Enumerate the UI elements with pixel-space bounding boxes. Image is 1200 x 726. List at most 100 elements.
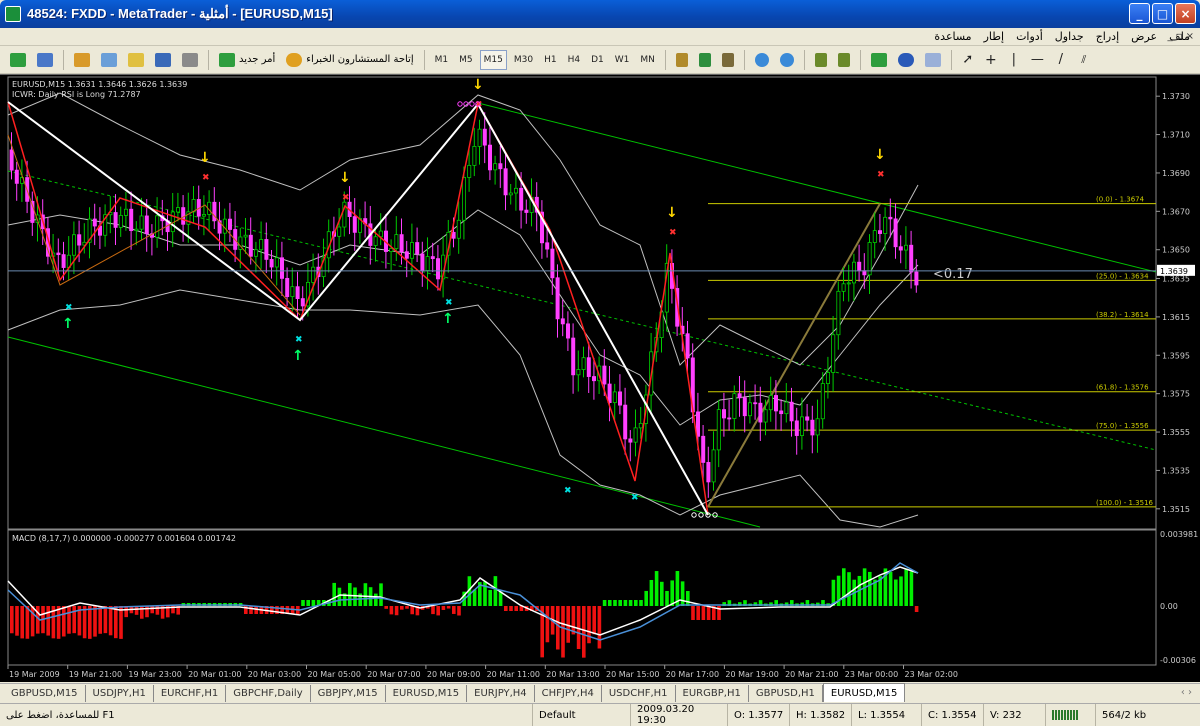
autoscroll-icon[interactable] bbox=[811, 50, 831, 70]
macd-histogram-bar bbox=[452, 606, 456, 614]
tab-chfjpy-h4[interactable]: CHFJPY,H4 bbox=[535, 685, 602, 702]
timeframe-h4[interactable]: H4 bbox=[564, 50, 585, 70]
candle-body bbox=[623, 404, 628, 440]
candle-body bbox=[487, 144, 492, 171]
tab-gbpjpy-m15[interactable]: GBPJPY,M15 bbox=[311, 685, 386, 702]
maximize-button[interactable]: □ bbox=[1152, 3, 1173, 24]
macd-histogram-bar bbox=[431, 606, 435, 615]
indicators-icon[interactable] bbox=[867, 50, 891, 70]
macd-histogram-bar bbox=[488, 589, 492, 606]
cursor-icon[interactable]: ➚ bbox=[958, 50, 978, 70]
candle-body bbox=[124, 208, 129, 216]
time-axis-label: 23 Mar 02:00 bbox=[905, 670, 958, 679]
periods-icon[interactable] bbox=[894, 50, 918, 70]
macd-histogram-bar bbox=[108, 606, 113, 636]
menu-help[interactable]: مساعدة bbox=[928, 30, 977, 43]
profiles-button[interactable] bbox=[33, 50, 57, 70]
macd-histogram-bar bbox=[384, 606, 388, 609]
vertical-line-icon[interactable]: | bbox=[1004, 50, 1024, 70]
menu-window[interactable]: إطار bbox=[978, 30, 1010, 43]
candle-body bbox=[435, 258, 440, 280]
candle-body bbox=[243, 234, 248, 238]
tab-scroll-arrows[interactable]: ‹ › bbox=[1181, 687, 1192, 698]
timeframe-mn[interactable]: MN bbox=[636, 50, 659, 70]
candle-body bbox=[92, 218, 97, 227]
toolbar: أمر جديد إتاحة المستشارون الخبراء M1 M5 … bbox=[0, 46, 1200, 74]
timeframe-m30[interactable]: M30 bbox=[510, 50, 537, 70]
tab-eurchf-h1[interactable]: EURCHF,H1 bbox=[154, 685, 227, 702]
buy-mark-icon: ✖ bbox=[65, 303, 73, 313]
macd-histogram-bar bbox=[374, 593, 378, 606]
market-watch-icon[interactable] bbox=[70, 50, 94, 70]
candle-body bbox=[118, 215, 123, 228]
tab-eurusd-m15[interactable]: EURUSD,M15 bbox=[386, 685, 468, 702]
crosshair-icon[interactable]: + bbox=[981, 50, 1001, 70]
zoom-out-icon[interactable] bbox=[776, 50, 798, 70]
terminal-icon[interactable] bbox=[151, 50, 175, 70]
candle-body bbox=[846, 282, 851, 285]
tab-eurgbp-h1[interactable]: EURGBP,H1 bbox=[676, 685, 749, 702]
new-chart-button[interactable] bbox=[6, 50, 30, 70]
minimize-button[interactable]: _ bbox=[1129, 3, 1150, 24]
timeframe-m15[interactable]: M15 bbox=[479, 49, 507, 70]
data-window-icon[interactable] bbox=[97, 50, 121, 70]
sell-arrow-icon: ↓ bbox=[874, 147, 886, 163]
buy-arrow-icon: ↑ bbox=[442, 311, 454, 327]
time-axis-label: 19 Mar 23:00 bbox=[128, 670, 181, 679]
menu-insert[interactable]: إدراج bbox=[1090, 30, 1125, 43]
timeframe-h1[interactable]: H1 bbox=[540, 50, 561, 70]
candle-chart-icon[interactable] bbox=[695, 50, 715, 70]
macd-histogram-bar bbox=[410, 606, 414, 615]
timeframe-m1[interactable]: M1 bbox=[431, 50, 453, 70]
templates-icon[interactable] bbox=[921, 50, 945, 70]
macd-histogram-bar bbox=[30, 606, 35, 637]
mdi-window-controls[interactable]: _ ▫ × bbox=[1167, 31, 1194, 42]
macd-histogram-bar bbox=[556, 606, 560, 650]
candle-body bbox=[701, 435, 706, 463]
candle-body bbox=[898, 246, 903, 251]
bar-chart-icon[interactable] bbox=[672, 50, 692, 70]
timeframe-m5[interactable]: M5 bbox=[455, 50, 477, 70]
tab-gbpchf-daily[interactable]: GBPCHF,Daily bbox=[226, 685, 311, 702]
macd-histogram-bar bbox=[701, 606, 706, 620]
timeframe-d1[interactable]: D1 bbox=[587, 50, 608, 70]
sell-arrow-icon: ↓ bbox=[339, 170, 351, 186]
candle-body bbox=[337, 226, 342, 237]
time-axis-label: 23 Mar 00:00 bbox=[845, 670, 898, 679]
tab-eurusd-m15-active[interactable]: EURUSD,M15 bbox=[822, 683, 906, 702]
menu-tools[interactable]: أدوات bbox=[1010, 30, 1049, 43]
tab-eurjpy-h4[interactable]: EURJPY,H4 bbox=[467, 685, 535, 702]
macd-histogram-bar bbox=[644, 590, 648, 606]
new-order-button[interactable]: أمر جديد bbox=[215, 52, 279, 67]
menu-view[interactable]: عرض bbox=[1125, 30, 1163, 43]
candle-body bbox=[514, 187, 519, 194]
macd-histogram-bar bbox=[140, 606, 144, 619]
macd-histogram-bar bbox=[88, 606, 92, 639]
menu-charts[interactable]: جداول bbox=[1049, 30, 1090, 43]
tab-usdchf-h1[interactable]: USDCHF,H1 bbox=[602, 685, 676, 702]
chart-shift-icon[interactable] bbox=[834, 50, 854, 70]
price-chart[interactable]: (0.0) - 1.3674 (25.0) - 1.3634 (38.2) - 1.… bbox=[0, 75, 1200, 683]
expert-advisors-button[interactable]: إتاحة المستشارون الخبراء bbox=[282, 52, 417, 67]
channel-icon[interactable]: ⫽ bbox=[1074, 50, 1094, 70]
trendline-icon[interactable]: / bbox=[1051, 50, 1071, 70]
tab-gbpusd-h1[interactable]: GBPUSD,H1 bbox=[749, 685, 823, 702]
candle-body bbox=[722, 409, 727, 419]
new-order-icon bbox=[219, 52, 235, 67]
horizontal-line-icon[interactable]: — bbox=[1027, 50, 1048, 70]
tester-icon[interactable] bbox=[178, 50, 202, 70]
candle-body bbox=[425, 256, 430, 271]
macd-histogram-bar bbox=[114, 606, 118, 639]
candle-body bbox=[571, 337, 576, 376]
macd-histogram-bar bbox=[446, 606, 451, 609]
tab-gbpusd-m15[interactable]: GBPUSD,M15 bbox=[4, 685, 86, 702]
zoom-in-icon[interactable] bbox=[751, 50, 773, 70]
navigator-icon[interactable] bbox=[124, 50, 148, 70]
line-chart-icon[interactable] bbox=[718, 50, 738, 70]
close-button[interactable]: × bbox=[1175, 3, 1196, 24]
tab-usdjpy-h1[interactable]: USDJPY,H1 bbox=[86, 685, 154, 702]
chart-window[interactable]: (0.0) - 1.3674 (25.0) - 1.3634 (38.2) - 1.… bbox=[0, 74, 1200, 682]
macd-histogram-bar bbox=[680, 581, 685, 606]
candle-body bbox=[841, 283, 846, 292]
timeframe-w1[interactable]: W1 bbox=[611, 50, 634, 70]
